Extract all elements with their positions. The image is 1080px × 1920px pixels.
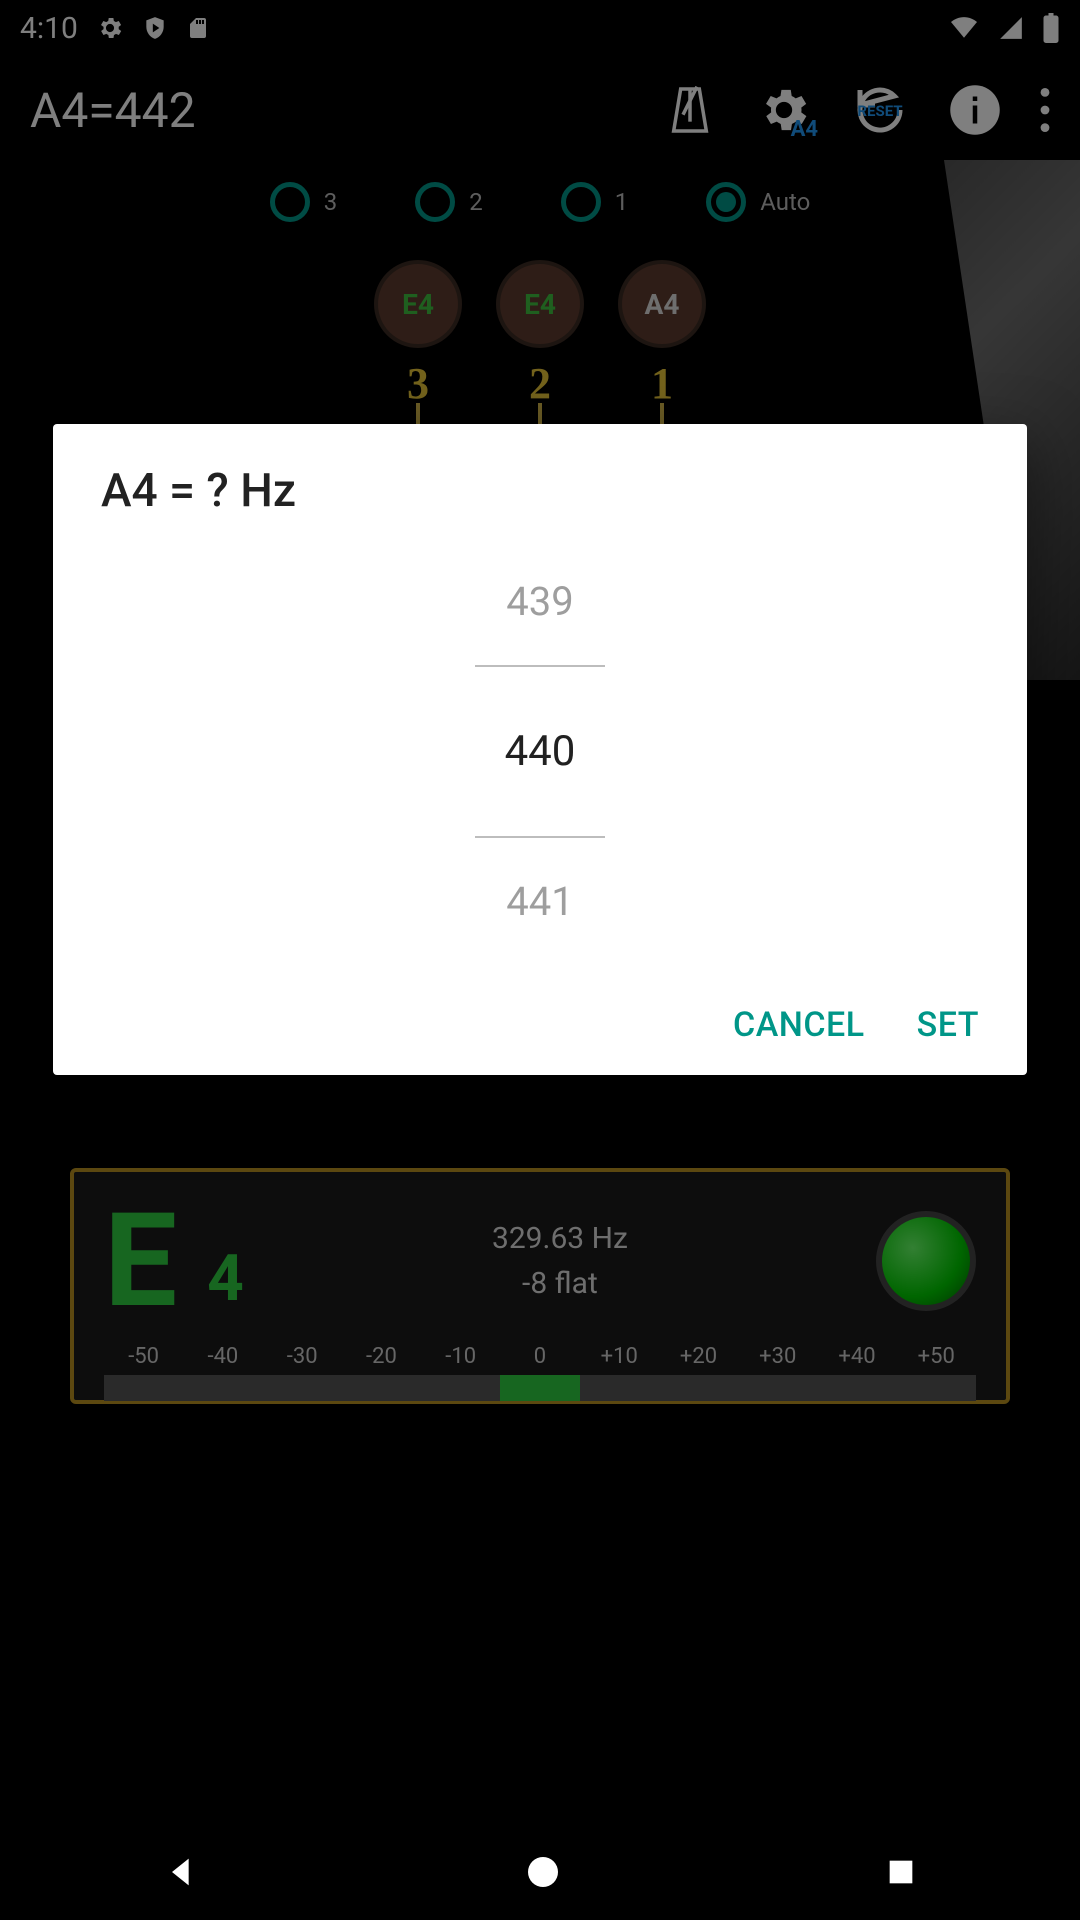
picker-prev-value[interactable]: 439 — [506, 578, 573, 625]
number-picker[interactable]: 439 440 441 — [101, 578, 979, 925]
home-icon[interactable] — [525, 1854, 561, 1890]
back-icon[interactable] — [162, 1852, 202, 1892]
picker-current-value[interactable]: 440 — [505, 707, 576, 796]
set-button[interactable]: SET — [917, 1005, 979, 1045]
picker-divider-bottom — [475, 836, 605, 838]
a4-frequency-dialog: A4 = ? Hz 439 440 441 CANCEL SET — [53, 424, 1027, 1075]
picker-divider-top — [475, 665, 605, 667]
cancel-button[interactable]: CANCEL — [733, 1005, 865, 1045]
system-nav-bar — [0, 1824, 1080, 1920]
recents-icon[interactable] — [884, 1855, 918, 1889]
picker-next-value[interactable]: 441 — [506, 878, 573, 925]
dialog-title: A4 = ? Hz — [101, 464, 979, 518]
